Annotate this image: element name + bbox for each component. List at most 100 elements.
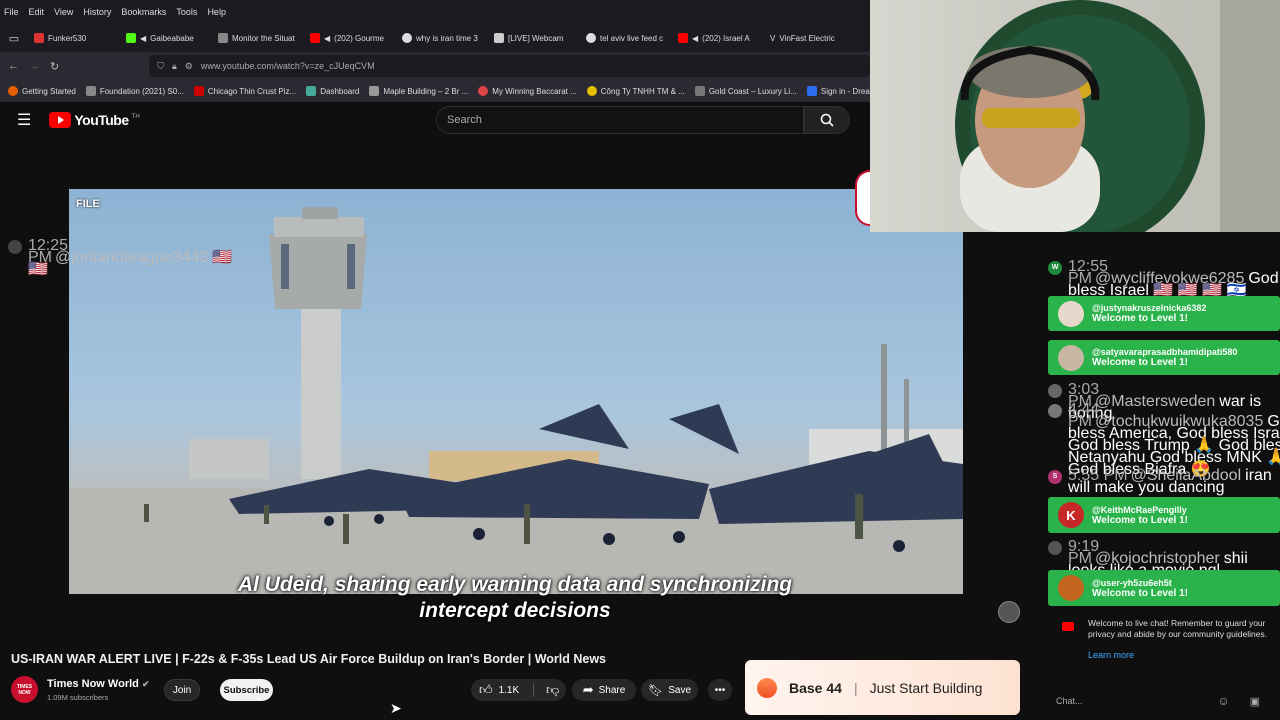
menu-history[interactable]: History	[83, 7, 111, 17]
speaker-icon[interactable]: ◀	[692, 34, 698, 43]
chat-message-body: 4:44 PM@tochukwuikwuka8035God bless Amer…	[1068, 402, 1280, 478]
browser-tab[interactable]: ◀ (202) Israel A	[672, 27, 764, 49]
chat-message-body: 12:25 PM @jontarioteague3443 🇺🇸 🇺🇸	[28, 238, 240, 278]
menu-file[interactable]: File	[4, 7, 19, 17]
browser-tab[interactable]: tel aviv live feed c	[580, 27, 672, 49]
reload-icon[interactable]: ↻	[50, 60, 59, 73]
browser-tab[interactable]: V VinFast Electric	[764, 27, 856, 49]
chat-avatar[interactable]	[1048, 404, 1062, 418]
browser-tab[interactable]: ◀ (202) Gourme	[304, 27, 396, 49]
bookmark-item[interactable]: My Winning Baccarat ...	[478, 86, 577, 96]
youtube-play-icon	[1062, 622, 1074, 631]
chat-avatar[interactable]	[1058, 300, 1084, 327]
menu-help[interactable]: Help	[207, 7, 226, 17]
lock-icon[interactable]: 🔒︎	[172, 61, 177, 72]
browser-tab[interactable]: ◀ Gaibeababe	[120, 27, 212, 49]
bookmark-item[interactable]: Maple Building – 2 Br ...	[369, 86, 468, 96]
tab-list-icon[interactable]: ▭	[0, 32, 28, 45]
more-actions-button[interactable]: •••	[708, 679, 732, 701]
save-button[interactable]: 🔖︎ Save	[641, 679, 698, 701]
chat-author[interactable]: @jontarioteague3443	[55, 249, 208, 266]
streamer-webcam	[870, 0, 1280, 232]
bookmark-item[interactable]: Foundation (2021) S0...	[85, 86, 184, 96]
member-name[interactable]: @KeithMcRaePengilly	[1092, 505, 1188, 515]
bookmark-item[interactable]: Getting Started	[8, 86, 76, 96]
chat-avatar[interactable]	[1048, 541, 1062, 555]
caption-line-1: Al Udeid, sharing early warning data and…	[237, 573, 793, 596]
save-label: Save	[668, 684, 692, 696]
bookmark-item[interactable]: Chicago Thin Crust Piz...	[193, 86, 296, 96]
speaker-icon[interactable]: ◀	[140, 34, 146, 43]
chat-avatar[interactable]	[1058, 575, 1084, 601]
speaker-icon[interactable]: ◀	[324, 34, 330, 43]
learn-more-link[interactable]: Learn more	[1088, 650, 1280, 661]
chat-message: 4:44 PM@tochukwuikwuka8035God bless Amer…	[1048, 402, 1280, 478]
shield-icon[interactable]: ⛉	[157, 61, 164, 72]
menu-edit[interactable]: Edit	[29, 7, 45, 17]
video-caption: Al Udeid, sharing early warning data and…	[150, 572, 880, 624]
mouse-cursor-icon: ➤	[390, 700, 402, 716]
bookmark-favicon	[478, 86, 489, 96]
permissions-icon[interactable]: ⚙	[185, 61, 193, 72]
branding-watermark-icon[interactable]	[998, 601, 1020, 623]
bookmark-label: Foundation (2021) S0...	[99, 86, 184, 96]
chat-avatar[interactable]: K	[1058, 502, 1084, 528]
channel-watermark	[855, 170, 870, 226]
join-button[interactable]: Join	[164, 679, 200, 701]
bookmark-item[interactable]: Sign in - Drea	[806, 86, 870, 96]
avatar-text: TIMES NOW	[16, 683, 33, 696]
search-button[interactable]	[804, 106, 850, 134]
more-dots-icon: •••	[714, 684, 726, 696]
welcome-text: Welcome to Level 1!	[1092, 514, 1188, 526]
channel-name[interactable]: Times Now World ✔	[47, 678, 150, 690]
bookmark-item[interactable]: Dashboard	[306, 86, 359, 96]
tab-label: (202) Israel A	[702, 33, 750, 43]
chat-avatar[interactable]	[8, 240, 22, 254]
tab-favicon	[402, 33, 412, 43]
member-name[interactable]: @user-yh5zu6eh5t	[1092, 578, 1188, 588]
browser-tab[interactable]: Funker530	[28, 27, 120, 49]
share-button[interactable]: ➦ Share	[572, 679, 636, 701]
search-input[interactable]: Search	[436, 106, 804, 134]
chat-avatar[interactable]	[1048, 384, 1062, 398]
channel-avatar[interactable]: TIMES NOW	[11, 676, 38, 703]
member-name[interactable]: @justynakruszelnicka6382	[1092, 303, 1206, 313]
back-icon[interactable]: ←	[8, 60, 19, 72]
menu-tools[interactable]: Tools	[176, 7, 197, 17]
sponsored-banner[interactable]: Base 44 | Just Start Building	[745, 660, 1020, 715]
super-chat-icon[interactable]: ▣	[1250, 695, 1260, 708]
bookmark-favicon	[806, 86, 817, 96]
chat-welcome-notice: Welcome to live chat! Remember to guard …	[1048, 618, 1280, 661]
bookmark-label: Maple Building – 2 Br ...	[383, 86, 469, 96]
emoji-icon[interactable]: ☺	[1217, 694, 1229, 708]
hamburger-menu-icon[interactable]: ☰	[17, 110, 31, 130]
tab-label: VinFast Electric	[779, 33, 835, 43]
member-name[interactable]: @satyavaraprasadbhamidipati580	[1092, 347, 1237, 357]
bookmark-item[interactable]: Công Ty TNHH TM & ...	[586, 86, 685, 96]
like-button[interactable]: 👍︎ 1.1K 👎︎	[471, 679, 566, 701]
menu-bookmarks[interactable]: Bookmarks	[121, 7, 166, 17]
chat-avatar[interactable]: S	[1048, 470, 1062, 484]
chat-avatar[interactable]: W	[1048, 261, 1062, 275]
bookmark-favicon	[193, 86, 204, 96]
youtube-logo[interactable]: YouTube TH	[49, 112, 140, 128]
bookmark-item[interactable]: Gold Coast – Luxury Li...	[694, 86, 797, 96]
avatar-letter: W	[1051, 264, 1059, 271]
thumbs-down-icon[interactable]: 👎︎	[546, 682, 559, 698]
menu-view[interactable]: View	[54, 7, 73, 17]
subscriber-count: 1.09M subscribers	[47, 693, 109, 702]
browser-tab[interactable]: Monitor the Situat	[212, 27, 304, 49]
chat-input[interactable]: Chat... ☺ ▣	[1048, 690, 1280, 712]
browser-tab[interactable]: why is iran time 3	[396, 27, 488, 49]
subscribe-button[interactable]: Subscribe	[220, 679, 273, 701]
url-bar[interactable]: ⛉ 🔒︎ ⚙ www.youtube.com/watch?v=ze_cJUeqC…	[149, 55, 870, 77]
browser-tab[interactable]: [LIVE] Webcam	[488, 27, 580, 49]
bookmarks-toolbar: Getting Started Foundation (2021) S0... …	[0, 80, 870, 102]
forward-icon[interactable]: →	[29, 60, 40, 72]
navigation-bar: ← → ↻ ⛉ 🔒︎ ⚙ www.youtube.com/watch?v=ze_…	[0, 52, 870, 80]
ad-tagline: Just Start Building	[869, 679, 983, 696]
tab-label: (202) Gourme	[334, 33, 384, 43]
chat-avatar[interactable]	[1058, 344, 1084, 371]
bookmark-favicon	[694, 86, 705, 96]
chat-input-placeholder: Chat...	[1056, 696, 1083, 706]
